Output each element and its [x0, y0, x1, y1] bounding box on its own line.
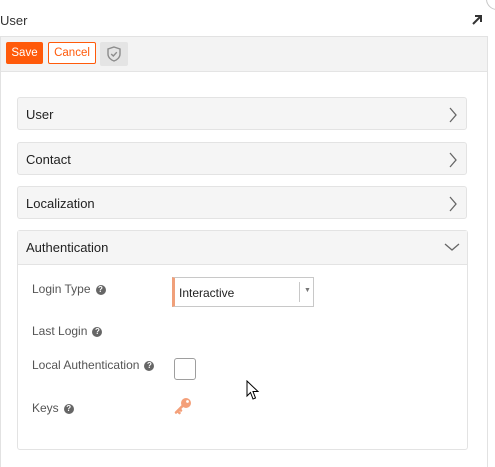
chevron-right-icon — [449, 107, 457, 123]
login-type-select[interactable]: Interactive ▼ — [172, 277, 314, 307]
local-auth-label: Local Authentication? — [32, 358, 155, 372]
shield-button[interactable] — [100, 42, 128, 66]
window-title: User — [0, 13, 28, 28]
key-icon[interactable] — [173, 397, 193, 415]
caret-down-icon[interactable]: ▼ — [304, 287, 311, 294]
expand-icon[interactable] — [470, 13, 484, 27]
section-authentication-label: Authentication — [26, 240, 109, 255]
section-localization-label: Localization — [26, 196, 95, 211]
chevron-right-icon — [449, 152, 457, 168]
cancel-button[interactable]: Cancel — [48, 42, 96, 64]
local-auth-checkbox[interactable] — [174, 358, 196, 380]
save-button[interactable]: Save — [6, 42, 43, 64]
section-contact[interactable]: Contact — [17, 142, 467, 175]
toolbar: Save Cancel — [1, 37, 487, 72]
chevron-down-icon — [444, 243, 460, 251]
help-icon[interactable]: ? — [144, 361, 155, 371]
keys-label: Keys? — [32, 401, 74, 415]
section-user-label: User — [26, 107, 54, 122]
login-type-label: Login Type? — [32, 282, 106, 296]
help-icon[interactable]: ? — [63, 404, 74, 414]
section-authentication: Authentication Login Type? Interactive ▼… — [17, 230, 468, 450]
section-user[interactable]: User — [17, 97, 467, 130]
window-corner — [486, 0, 495, 10]
section-localization[interactable]: Localization — [17, 186, 467, 219]
chevron-right-icon — [449, 196, 457, 212]
mouse-cursor — [246, 380, 260, 400]
select-divider — [299, 282, 300, 302]
shield-check-icon — [107, 46, 121, 62]
last-login-label: Last Login? — [32, 324, 103, 338]
section-authentication-header[interactable]: Authentication — [18, 231, 467, 265]
help-icon[interactable]: ? — [92, 327, 103, 337]
help-icon[interactable]: ? — [95, 285, 106, 295]
section-contact-label: Contact — [26, 152, 71, 167]
login-type-value: Interactive — [179, 286, 235, 300]
